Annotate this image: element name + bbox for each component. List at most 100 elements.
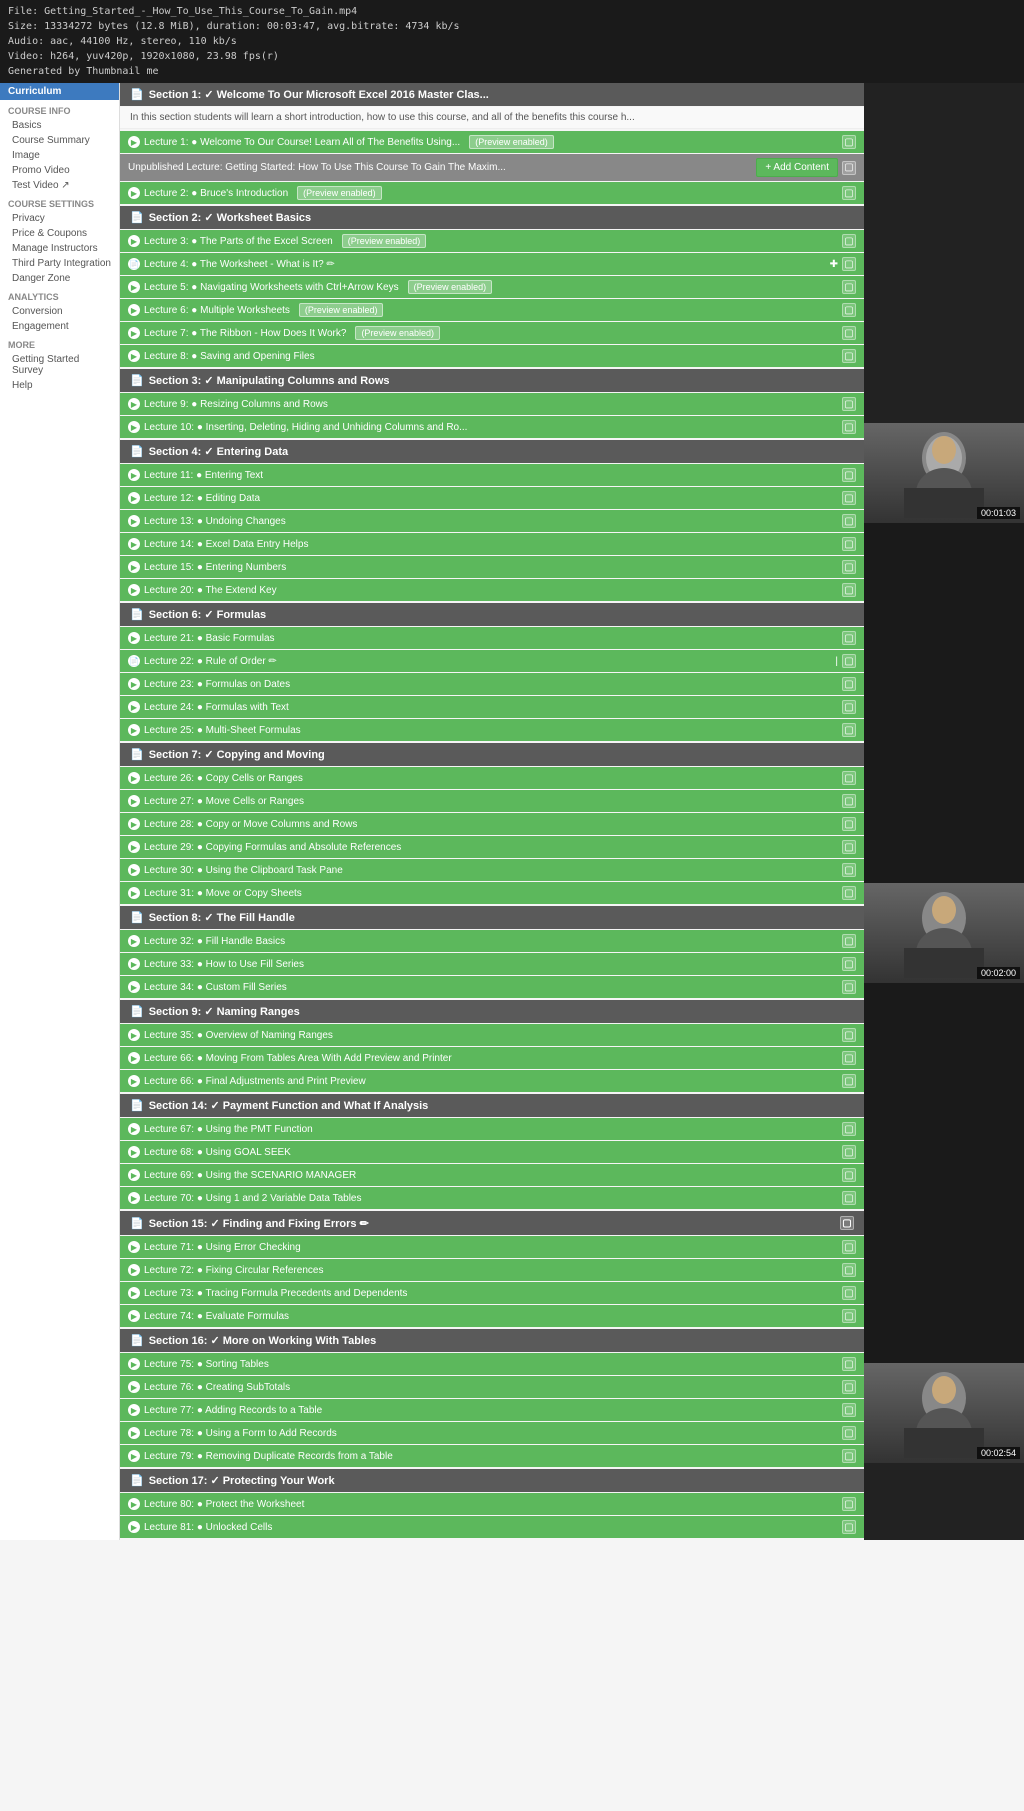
lecture-row-11[interactable]: ▶ Lecture 11: ● Entering Text ▢ [120,464,864,486]
collapse-btn-22[interactable]: ▢ [842,654,856,668]
collapse-btn-7[interactable]: ▢ [842,326,856,340]
collapse-btn-71[interactable]: ▢ [842,1240,856,1254]
lecture-row-32[interactable]: ▶ Lecture 32: ● Fill Handle Basics ▢ [120,930,864,952]
sidebar-item-engagement[interactable]: Engagement [0,319,119,334]
lecture-row-66[interactable]: ▶ Lecture 66: ● Final Adjustments and Pr… [120,1070,864,1092]
collapse-btn-15[interactable]: ▢ [842,560,856,574]
collapse-btn-1[interactable]: ▢ [842,135,856,149]
collapse-btn-29[interactable]: ▢ [842,840,856,854]
lecture-row-13[interactable]: ▶ Lecture 13: ● Undoing Changes ▢ [120,510,864,532]
lecture-row-21[interactable]: ▶ Lecture 21: ● Basic Formulas ▢ [120,627,864,649]
lecture-row-14[interactable]: ▶ Lecture 14: ● Excel Data Entry Helps ▢ [120,533,864,555]
lecture-row-75[interactable]: ▶ Lecture 75: ● Sorting Tables ▢ [120,1353,864,1375]
collapse-btn-8[interactable]: ▢ [842,349,856,363]
collapse-btn-11[interactable]: ▢ [842,468,856,482]
lecture-row-9[interactable]: ▶ Lecture 9: ● Resizing Columns and Rows… [120,393,864,415]
collapse-btn-66[interactable]: ▢ [842,1074,856,1088]
collapse-btn-25[interactable]: ▢ [842,723,856,737]
collapse-btn-12[interactable]: ▢ [842,491,856,505]
lecture-row-68[interactable]: ▶ Lecture 68: ● Using GOAL SEEK ▢ [120,1141,864,1163]
collapse-btn-31[interactable]: ▢ [842,886,856,900]
lecture-row-81[interactable]: ▶ Lecture 81: ● Unlocked Cells ▢ [120,1516,864,1538]
lecture-row-74[interactable]: ▶ Lecture 74: ● Evaluate Formulas ▢ [120,1305,864,1327]
collapse-btn-75[interactable]: ▢ [842,1357,856,1371]
sidebar-item-promo-video[interactable]: Promo Video [0,163,119,178]
collapse-btn-80[interactable]: ▢ [842,1497,856,1511]
sidebar-item-third-party[interactable]: Third Party Integration [0,256,119,271]
collapse-btn-35b[interactable]: ▢ [842,1051,856,1065]
collapse-btn-72[interactable]: ▢ [842,1263,856,1277]
collapse-btn-13[interactable]: ▢ [842,514,856,528]
collapse-btn-9[interactable]: ▢ [842,397,856,411]
sidebar-item-privacy[interactable]: Privacy [0,211,119,226]
lecture-row-80[interactable]: ▶ Lecture 80: ● Protect the Worksheet ▢ [120,1493,864,1515]
collapse-btn-77[interactable]: ▢ [842,1403,856,1417]
lecture-row-15[interactable]: ▶ Lecture 15: ● Entering Numbers ▢ [120,556,864,578]
lecture-row-27[interactable]: ▶ Lecture 27: ● Move Cells or Ranges ▢ [120,790,864,812]
collapse-btn-70[interactable]: ▢ [842,1191,856,1205]
collapse-btn-78[interactable]: ▢ [842,1426,856,1440]
collapse-btn-5[interactable]: ▢ [842,280,856,294]
collapse-btn-68[interactable]: ▢ [842,1145,856,1159]
sidebar-item-getting-started-survey[interactable]: Getting Started Survey [0,352,119,378]
lecture-row-70[interactable]: ▶ Lecture 70: ● Using 1 and 2 Variable D… [120,1187,864,1209]
collapse-btn-26[interactable]: ▢ [842,771,856,785]
collapse-btn-20[interactable]: ▢ [842,583,856,597]
collapse-btn-3[interactable]: ▢ [842,234,856,248]
collapse-btn-28[interactable]: ▢ [842,817,856,831]
collapse-btn-10[interactable]: ▢ [842,420,856,434]
collapse-btn-74[interactable]: ▢ [842,1309,856,1323]
sidebar-item-manage-instructors[interactable]: Manage Instructors [0,241,119,256]
collapse-btn-27[interactable]: ▢ [842,794,856,808]
lecture-row-8[interactable]: ▶ Lecture 8: ● Saving and Opening Files … [120,345,864,367]
collapse-btn-79[interactable]: ▢ [842,1449,856,1463]
collapse-btn-81[interactable]: ▢ [842,1520,856,1534]
collapse-btn-21[interactable]: ▢ [842,631,856,645]
collapse-btn-s15[interactable]: ▢ [840,1216,854,1230]
lecture-row-73[interactable]: ▶ Lecture 73: ● Tracing Formula Preceden… [120,1282,864,1304]
lecture-row-30[interactable]: ▶ Lecture 30: ● Using the Clipboard Task… [120,859,864,881]
lecture-row-24[interactable]: ▶ Lecture 24: ● Formulas with Text ▢ [120,696,864,718]
sidebar-item-conversion[interactable]: Conversion [0,304,119,319]
lecture-row-33[interactable]: ▶ Lecture 33: ● How to Use Fill Series ▢ [120,953,864,975]
lecture-row-6[interactable]: ▶ Lecture 6: ● Multiple Worksheets (Prev… [120,299,864,321]
sidebar-item-course-summary[interactable]: Course Summary [0,133,119,148]
collapse-btn-69[interactable]: ▢ [842,1168,856,1182]
sidebar-item-basics[interactable]: Basics [0,118,119,133]
lecture-row-29[interactable]: ▶ Lecture 29: ● Copying Formulas and Abs… [120,836,864,858]
collapse-btn-34[interactable]: ▢ [842,980,856,994]
add-content-button[interactable]: + Add Content [756,158,838,177]
lecture-row-77[interactable]: ▶ Lecture 77: ● Adding Records to a Tabl… [120,1399,864,1421]
collapse-btn-unpublished[interactable]: ▢ [842,161,856,175]
collapse-btn-4[interactable]: ▢ [842,257,856,271]
lecture-row-72[interactable]: ▶ Lecture 72: ● Fixing Circular Referenc… [120,1259,864,1281]
collapse-btn-23[interactable]: ▢ [842,677,856,691]
lecture-row-71[interactable]: ▶ Lecture 71: ● Using Error Checking ▢ [120,1236,864,1258]
sidebar-item-danger-zone[interactable]: Danger Zone [0,271,119,286]
lecture-row-35b[interactable]: ▶ Lecture 66: ● Moving From Tables Area … [120,1047,864,1069]
lecture-row-1[interactable]: ▶ Lecture 1: ● Welcome To Our Course! Le… [120,131,864,153]
lecture-row-31[interactable]: ▶ Lecture 31: ● Move or Copy Sheets ▢ [120,882,864,904]
lecture-row-20[interactable]: ▶ Lecture 20: ● The Extend Key ▢ [120,579,864,601]
collapse-btn-24[interactable]: ▢ [842,700,856,714]
sidebar-curriculum[interactable]: Curriculum [0,83,119,100]
lecture-row-35[interactable]: ▶ Lecture 35: ● Overview of Naming Range… [120,1024,864,1046]
lecture-row-26[interactable]: ▶ Lecture 26: ● Copy Cells or Ranges ▢ [120,767,864,789]
sidebar-item-image[interactable]: Image [0,148,119,163]
lecture-row-4[interactable]: 📄 Lecture 4: ● The Worksheet - What is I… [120,253,864,275]
lecture-row-79[interactable]: ▶ Lecture 79: ● Removing Duplicate Recor… [120,1445,864,1467]
lecture-row-76[interactable]: ▶ Lecture 76: ● Creating SubTotals ▢ [120,1376,864,1398]
collapse-btn-33[interactable]: ▢ [842,957,856,971]
lecture-row-25[interactable]: ▶ Lecture 25: ● Multi-Sheet Formulas ▢ [120,719,864,741]
lecture-row-78[interactable]: ▶ Lecture 78: ● Using a Form to Add Reco… [120,1422,864,1444]
sidebar-item-test-video[interactable]: Test Video ↗ [0,178,119,193]
lecture-row-69[interactable]: ▶ Lecture 69: ● Using the SCENARIO MANAG… [120,1164,864,1186]
lecture-row-28[interactable]: ▶ Lecture 28: ● Copy or Move Columns and… [120,813,864,835]
lecture-row-10[interactable]: ▶ Lecture 10: ● Inserting, Deleting, Hid… [120,416,864,438]
collapse-btn-14[interactable]: ▢ [842,537,856,551]
lecture-row-12[interactable]: ▶ Lecture 12: ● Editing Data ▢ [120,487,864,509]
collapse-btn-73[interactable]: ▢ [842,1286,856,1300]
lecture-row-23[interactable]: ▶ Lecture 23: ● Formulas on Dates ▢ [120,673,864,695]
lecture-row-67[interactable]: ▶ Lecture 67: ● Using the PMT Function ▢ [120,1118,864,1140]
collapse-btn-35[interactable]: ▢ [842,1028,856,1042]
